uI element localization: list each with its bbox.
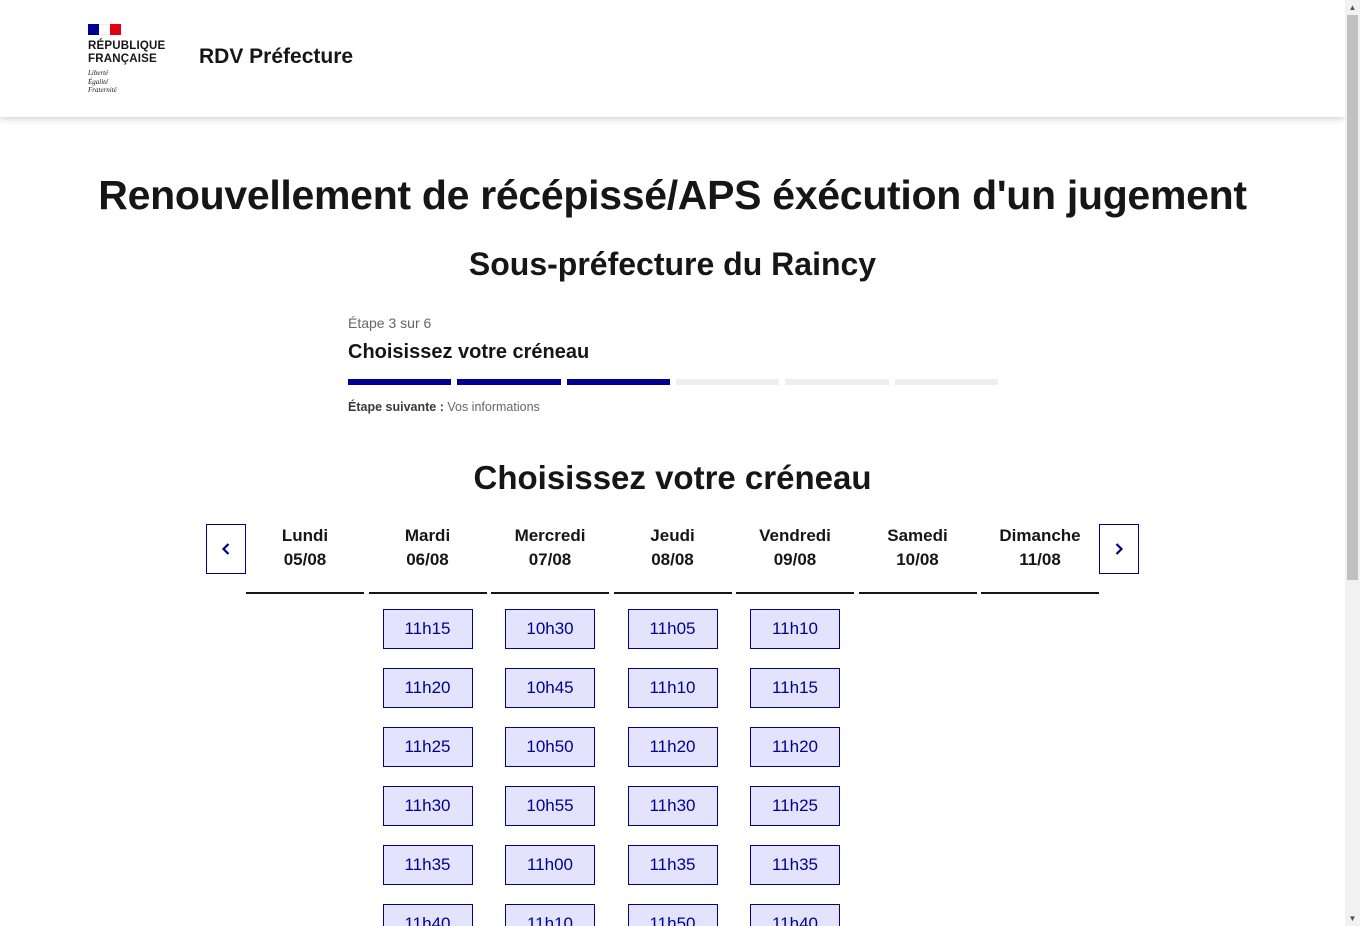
- day-column: Samedi 10/08: [858, 524, 977, 926]
- site-header: RÉPUBLIQUE FRANÇAISE Liberté Égalité Fra…: [0, 0, 1345, 117]
- time-slot-button[interactable]: 11h10: [505, 904, 595, 926]
- slot-list: 11h10 11h15 11h20 11h25 11h35 11h40: [736, 594, 854, 926]
- page-title: Renouvellement de récépissé/APS éxécutio…: [98, 172, 1247, 218]
- slot-list: [246, 594, 364, 609]
- slot-list: [981, 594, 1099, 609]
- day-header: Vendredi 09/08: [736, 524, 854, 594]
- french-flag-icon: [88, 24, 121, 35]
- time-slot-button[interactable]: 11h50: [627, 904, 718, 926]
- stepper-next-value: Vos informations: [447, 400, 540, 414]
- previous-week-button[interactable]: [206, 524, 246, 574]
- day-name: Samedi: [887, 526, 948, 545]
- stepper: Étape 3 sur 6 Choisissez votre créneau É…: [348, 315, 998, 414]
- stepper-next-step: Étape suivante : Vos informations: [348, 400, 998, 414]
- time-slot-button[interactable]: 11h20: [750, 727, 840, 767]
- service-title[interactable]: RDV Préfecture: [199, 45, 353, 69]
- time-slot-button[interactable]: 11h00: [505, 845, 595, 885]
- stepper-title: Choisissez votre créneau: [348, 341, 590, 363]
- day-header: Dimanche 11/08: [981, 524, 1099, 594]
- day-column: Mardi 06/08 11h15 11h20 11h25 11h30 11h35 11h40: [368, 524, 487, 926]
- time-slot-button[interactable]: 11h15: [382, 609, 473, 649]
- stepper-segment: [566, 379, 670, 385]
- chevron-right-icon: [1115, 543, 1124, 555]
- day-date: 11/08: [1019, 550, 1061, 569]
- time-slot-button[interactable]: 11h10: [627, 668, 718, 708]
- day-date: 08/08: [651, 550, 694, 569]
- slot-list: 11h05 11h10 11h20 11h30 11h35 11h50: [614, 594, 732, 926]
- time-slot-button[interactable]: 11h40: [750, 904, 840, 926]
- republic-motto: Liberté Égalité Fraternité: [88, 69, 117, 94]
- scrollbar-thumb[interactable]: [1347, 15, 1358, 580]
- day-date: 06/08: [406, 550, 449, 569]
- time-slot-button[interactable]: 11h20: [627, 727, 718, 767]
- calendar-title: Choisissez votre créneau: [473, 459, 872, 496]
- time-slot-button[interactable]: 10h30: [505, 609, 595, 649]
- slot-list: 10h30 10h45 10h50 10h55 11h00 11h10: [491, 594, 609, 926]
- scroll-down-arrow-icon[interactable]: ▼: [1345, 911, 1360, 926]
- day-name: Dimanche: [999, 526, 1081, 545]
- day-date: 07/08: [528, 550, 572, 569]
- time-slot-button[interactable]: 10h50: [505, 727, 595, 767]
- day-header: Jeudi 08/08: [613, 524, 732, 594]
- stepper-progress: [348, 379, 998, 385]
- day-header: Mercredi 07/08: [491, 524, 609, 594]
- calendar-days: Lundi 05/08 Mardi 06/08 11h15 11h20 11h25 11h30…: [246, 524, 1099, 926]
- stepper-segment: [894, 379, 998, 385]
- day-column: Mercredi 07/08 10h30 10h45 10h50 10h55 11h00 11…: [491, 524, 609, 926]
- day-date: 05/08: [283, 550, 327, 569]
- time-slot-button[interactable]: 11h35: [750, 845, 840, 885]
- day-header: Lundi 05/08: [246, 524, 364, 594]
- day-column: Dimanche 11/08: [981, 524, 1099, 926]
- day-header: Samedi 10/08: [858, 524, 977, 594]
- time-slot-button[interactable]: 11h30: [627, 786, 718, 826]
- page-subtitle: Sous-préfecture du Raincy: [468, 246, 877, 282]
- day-name: Jeudi: [650, 526, 695, 545]
- time-slot-button[interactable]: 11h25: [382, 727, 473, 767]
- day-name: Vendredi: [759, 526, 831, 545]
- time-slot-button[interactable]: 11h10: [750, 609, 840, 649]
- stepper-state: Étape 3 sur 6: [348, 315, 432, 331]
- slot-list: [859, 594, 977, 609]
- day-name: Mercredi: [514, 526, 586, 545]
- page-viewport: RÉPUBLIQUE FRANÇAISE Liberté Égalité Fra…: [0, 0, 1345, 926]
- day-name: Mardi: [404, 526, 451, 545]
- scroll-up-arrow-icon[interactable]: ▲: [1345, 0, 1360, 15]
- time-slot-button[interactable]: 10h45: [505, 668, 595, 708]
- republique-francaise-logo[interactable]: RÉPUBLIQUE FRANÇAISE Liberté Égalité Fra…: [88, 24, 178, 95]
- republic-name: RÉPUBLIQUE FRANÇAISE: [88, 40, 166, 65]
- day-date: 09/08: [773, 550, 817, 569]
- stepper-segment: [348, 379, 452, 385]
- time-slot-button[interactable]: 11h20: [382, 668, 473, 708]
- time-slot-button[interactable]: 11h30: [382, 786, 473, 826]
- day-column: Jeudi 08/08 11h05 11h10 11h20 11h30 11h35 11h50: [613, 524, 732, 926]
- time-slot-button[interactable]: 11h35: [627, 845, 718, 885]
- next-week-button[interactable]: [1099, 524, 1139, 574]
- slot-list: 11h15 11h20 11h25 11h30 11h35 11h40: [369, 594, 487, 926]
- day-date: 10/08: [896, 550, 939, 569]
- time-slot-button[interactable]: 11h35: [382, 845, 473, 885]
- time-slot-button[interactable]: 11h05: [627, 609, 718, 649]
- time-slot-button[interactable]: 11h40: [382, 904, 473, 926]
- stepper-segment: [675, 379, 780, 385]
- time-slot-button[interactable]: 11h25: [750, 786, 840, 826]
- time-slot-button[interactable]: 10h55: [505, 786, 595, 826]
- time-slot-button[interactable]: 11h15: [750, 668, 840, 708]
- chevron-left-icon: [221, 543, 230, 555]
- day-column: Lundi 05/08: [246, 524, 364, 926]
- day-column: Vendredi 09/08 11h10 11h15 11h20 11h25 11h35 11…: [736, 524, 854, 926]
- day-name: Lundi: [281, 526, 329, 545]
- stepper-next-label: Étape suivante :: [348, 400, 444, 414]
- day-header: Mardi 06/08: [368, 524, 487, 594]
- stepper-segment: [457, 379, 561, 385]
- stepper-segment: [785, 379, 889, 385]
- vertical-scrollbar[interactable]: ▲ ▼: [1345, 0, 1360, 926]
